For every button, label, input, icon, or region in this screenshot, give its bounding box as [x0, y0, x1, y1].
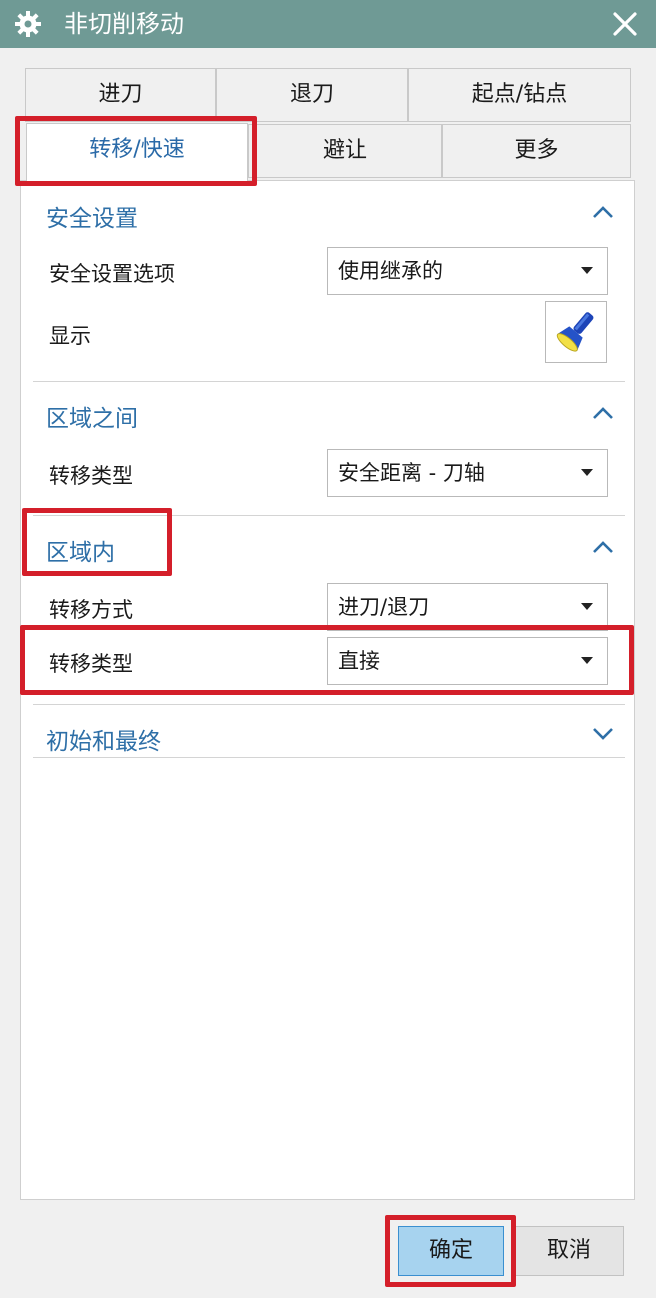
within-transfer-type-label: 转移类型 [49, 652, 133, 676]
chevron-up-icon[interactable] [592, 406, 614, 420]
within-transfer-type-value: 直接 [338, 649, 380, 673]
tab-more[interactable]: 更多 [442, 124, 631, 178]
within-transfer-method-value: 进刀/退刀 [338, 595, 430, 619]
section-divider [33, 704, 625, 705]
section-title-between-regions[interactable]: 区域之间 [46, 399, 138, 433]
ok-button[interactable]: 确定 [398, 1226, 504, 1276]
tab-transfer-rapid[interactable]: 转移/快速 [26, 123, 248, 181]
between-transfer-type-value: 安全距离 - 刀轴 [338, 461, 485, 485]
dropdown-arrow-icon [581, 267, 593, 274]
tab-retract[interactable]: 退刀 [216, 68, 408, 122]
cancel-button[interactable]: 取消 [514, 1226, 624, 1276]
safety-option-label: 安全设置选项 [49, 262, 175, 286]
between-transfer-type-label: 转移类型 [49, 464, 133, 488]
title-bar: 非切削移动 [0, 0, 656, 48]
chevron-down-icon[interactable] [592, 727, 614, 741]
gear-icon [15, 11, 41, 37]
chevron-up-icon[interactable] [592, 540, 614, 554]
window-title: 非切削移动 [64, 10, 184, 38]
section-divider [33, 515, 625, 516]
settings-panel: 安全设置 安全设置选项 使用继承的 显示 区域之间 转移类型 安全距离 - 刀轴… [20, 180, 635, 1200]
display-label: 显示 [49, 324, 91, 348]
safety-option-value: 使用继承的 [338, 259, 443, 283]
section-title-safety[interactable]: 安全设置 [46, 199, 138, 233]
display-button[interactable] [545, 301, 607, 363]
tab-other[interactable]: 避让 [248, 124, 442, 178]
close-icon[interactable] [612, 11, 638, 37]
section-divider [33, 757, 625, 758]
section-title-initial-final[interactable]: 初始和最终 [46, 722, 161, 756]
safety-option-dropdown[interactable]: 使用继承的 [327, 247, 608, 295]
section-divider [33, 381, 625, 382]
flashlight-icon [556, 312, 594, 352]
within-transfer-type-dropdown[interactable]: 直接 [327, 637, 608, 685]
section-title-within-region[interactable]: 区域内 [46, 533, 115, 567]
dropdown-arrow-icon [581, 657, 593, 664]
tab-start-drill-point[interactable]: 起点/钻点 [408, 68, 631, 122]
within-transfer-method-label: 转移方式 [49, 598, 133, 622]
dropdown-arrow-icon [581, 603, 593, 610]
dropdown-arrow-icon [581, 469, 593, 476]
between-transfer-type-dropdown[interactable]: 安全距离 - 刀轴 [327, 449, 608, 497]
tab-engage[interactable]: 进刀 [25, 68, 216, 122]
chevron-up-icon[interactable] [592, 205, 614, 219]
within-transfer-method-dropdown[interactable]: 进刀/退刀 [327, 583, 608, 631]
